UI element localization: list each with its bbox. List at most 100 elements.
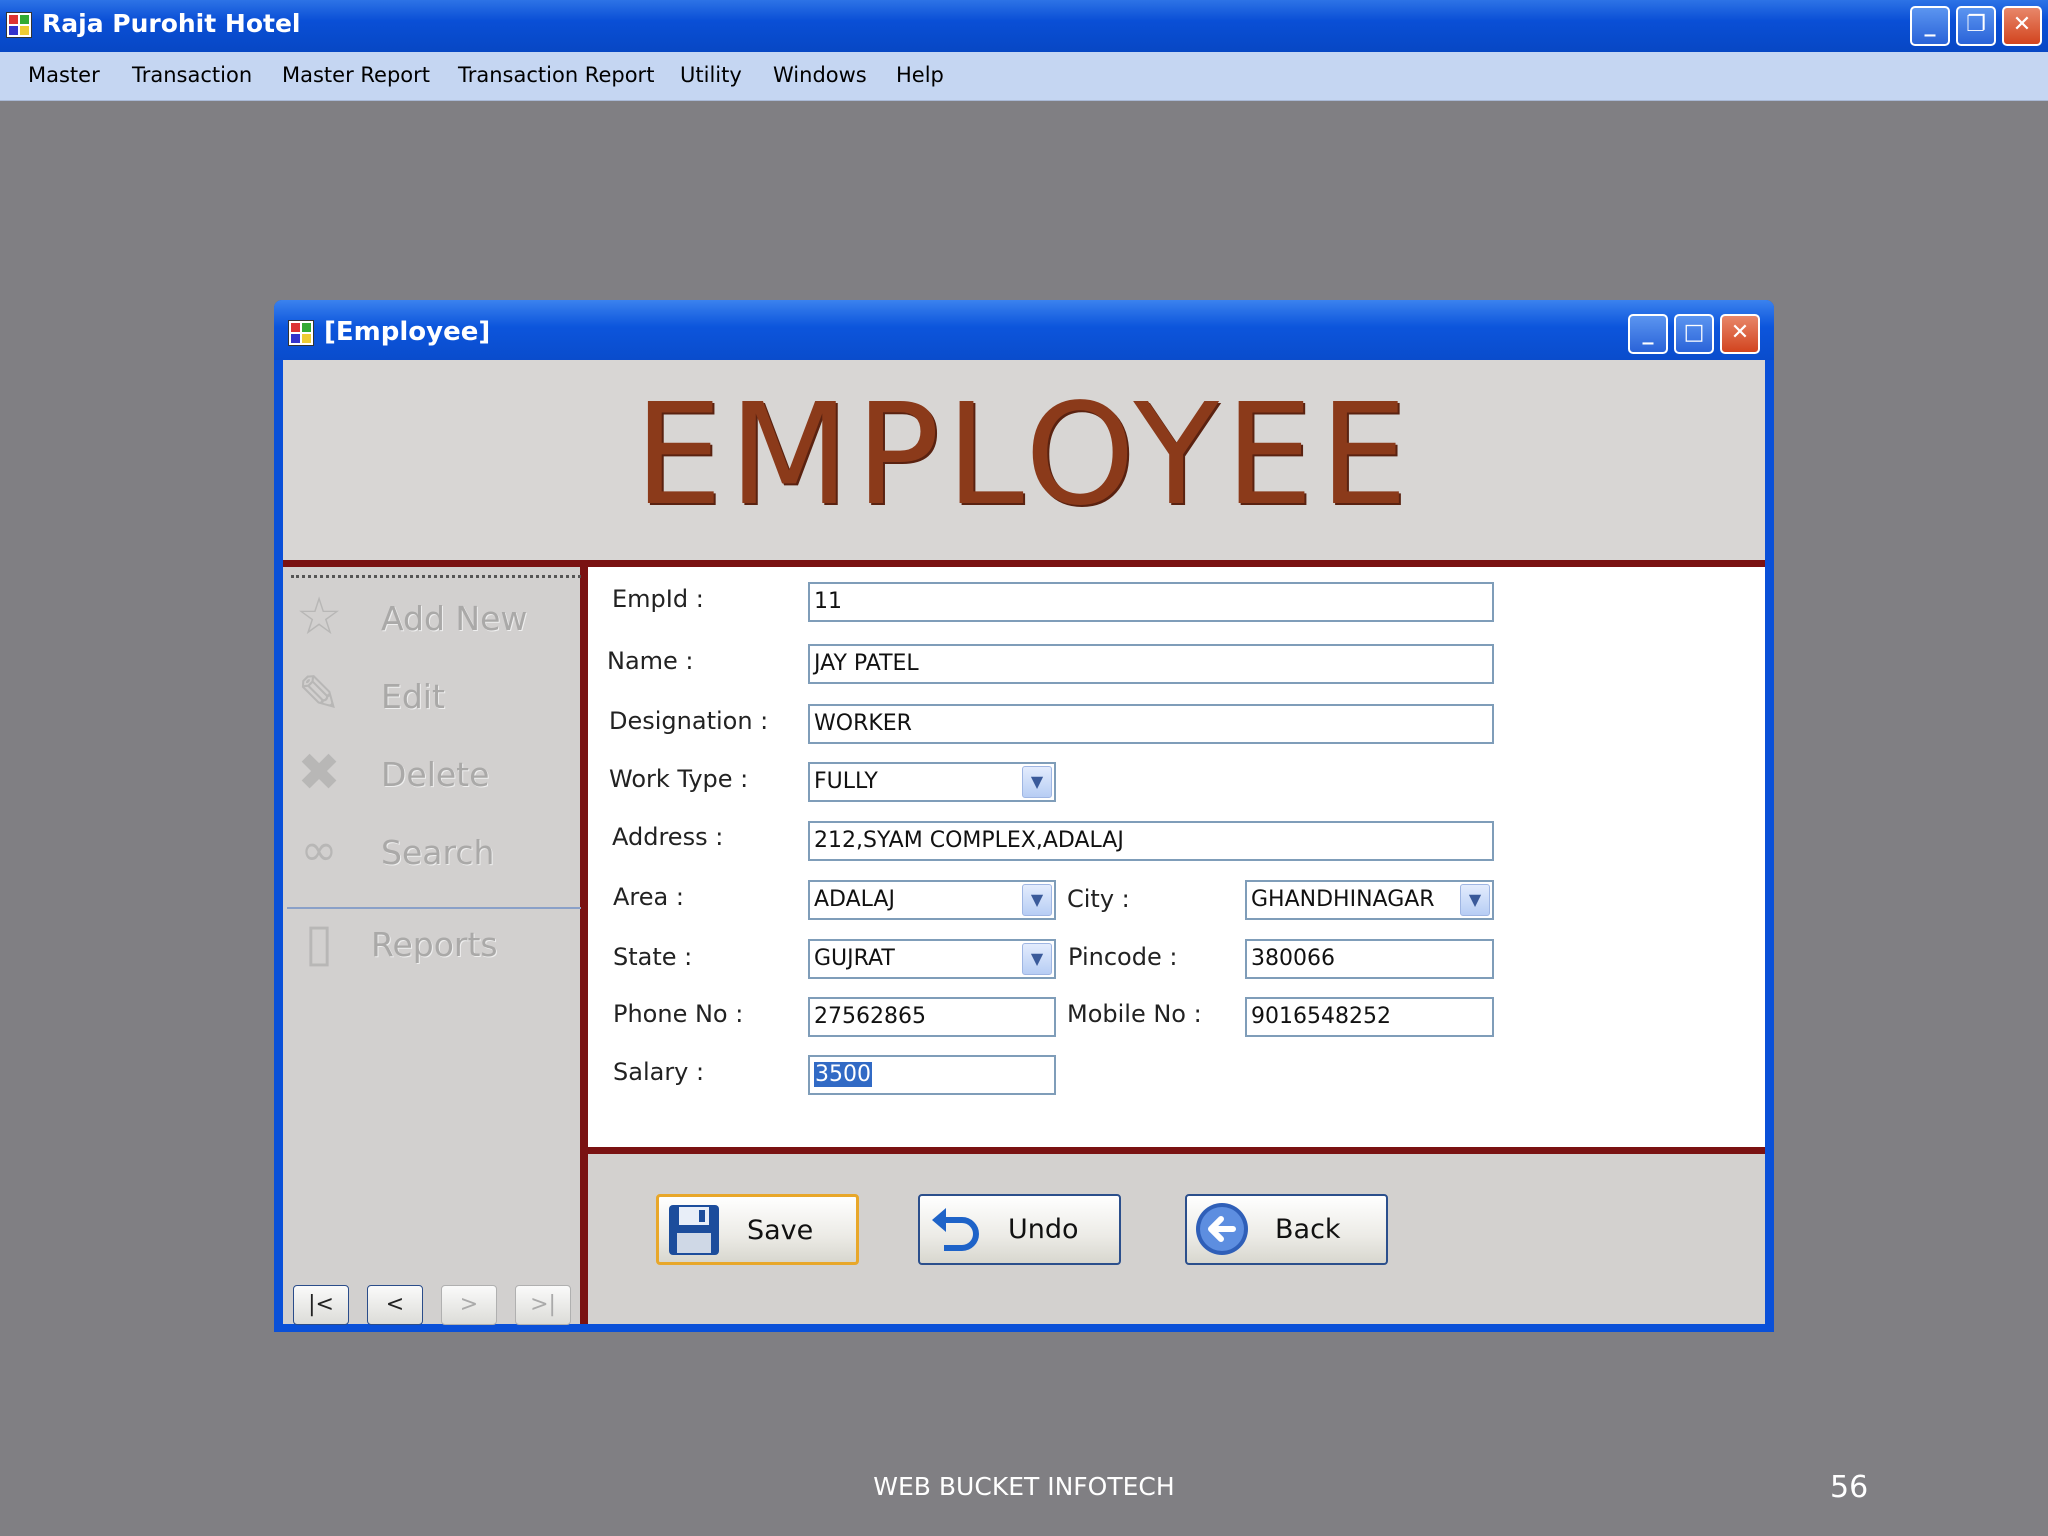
employee-window-titlebar: [Employee] _ □ ✕ <box>274 300 1774 360</box>
state-label: State : <box>613 943 693 971</box>
save-button[interactable]: Save <box>656 1194 859 1265</box>
divider <box>588 1147 1765 1154</box>
employee-window: [Employee] _ □ ✕ EMPLOYEE ☆ Add New ✎ Ed… <box>274 300 1774 1332</box>
sidebar-item-label: Edit <box>381 677 445 716</box>
sidebar-item-label: Search <box>381 833 495 872</box>
nav-next-button[interactable]: > <box>441 1285 497 1325</box>
window-minimize-button[interactable]: _ <box>1628 314 1668 354</box>
save-label: Save <box>747 1215 814 1246</box>
back-arrow-icon <box>1196 1203 1248 1255</box>
pincode-label: Pincode : <box>1068 943 1178 971</box>
city-value: GHANDHINAGAR <box>1251 887 1435 912</box>
undo-arrow-icon <box>932 1208 979 1251</box>
employee-form: EmpId : 11 Name : JAY PATEL Designation … <box>588 567 1765 1147</box>
salary-label: Salary : <box>613 1058 705 1086</box>
star-icon: ☆ <box>295 587 343 647</box>
mobile-label: Mobile No : <box>1067 1000 1202 1028</box>
salary-field[interactable]: 3500 <box>808 1055 1056 1095</box>
footer-company: WEB BUCKET INFOTECH <box>873 1472 1175 1501</box>
delete-x-icon: ✖ <box>297 743 341 803</box>
divider <box>283 560 1765 567</box>
page-number: 56 <box>1830 1470 1869 1505</box>
salary-selected-text: 3500 <box>814 1062 872 1087</box>
action-bar: Save Undo Back <box>588 1154 1765 1324</box>
empid-field[interactable]: 11 <box>808 582 1494 622</box>
city-select[interactable]: GHANDHINAGAR ▼ <box>1245 880 1494 920</box>
binoculars-icon: ∞ <box>300 825 338 876</box>
sidebar-item-edit[interactable]: ✎ Edit <box>289 665 579 725</box>
work-type-select[interactable]: FULLY ▼ <box>808 762 1056 802</box>
employee-window-client: EMPLOYEE ☆ Add New ✎ Edit ✖ Delete ∞ Sea… <box>283 360 1765 1325</box>
undo-label: Undo <box>1008 1214 1079 1245</box>
address-field[interactable]: 212,SYAM COMPLEX,ADALAJ <box>808 821 1494 861</box>
banner-title: EMPLOYEE <box>634 374 1414 537</box>
sidebar: ☆ Add New ✎ Edit ✖ Delete ∞ Search ▯ Rep… <box>283 567 588 1325</box>
banner: EMPLOYEE <box>283 360 1765 560</box>
work-type-label: Work Type : <box>609 765 749 793</box>
sidebar-item-add-new[interactable]: ☆ Add New <box>289 587 579 647</box>
window-maximize-button[interactable]: □ <box>1674 314 1714 354</box>
app-title: Raja Purohit Hotel <box>42 9 301 38</box>
reports-icon: ▯ <box>304 913 334 973</box>
menu-master[interactable]: Master <box>28 63 100 87</box>
menu-help[interactable]: Help <box>896 63 944 87</box>
chevron-down-icon[interactable]: ▼ <box>1022 766 1052 798</box>
state-select[interactable]: GUJRAT ▼ <box>808 939 1056 979</box>
floppy-disk-icon <box>669 1205 719 1255</box>
nav-last-button[interactable]: >| <box>515 1285 571 1325</box>
sidebar-item-delete[interactable]: ✖ Delete <box>289 743 579 803</box>
work-type-value: FULLY <box>814 769 878 794</box>
menu-windows[interactable]: Windows <box>773 63 867 87</box>
area-select[interactable]: ADALAJ ▼ <box>808 880 1056 920</box>
designation-label: Designation : <box>609 707 769 735</box>
chevron-down-icon[interactable]: ▼ <box>1460 884 1490 916</box>
sidebar-grip <box>291 575 581 578</box>
name-label: Name : <box>607 647 694 675</box>
name-field[interactable]: JAY PATEL <box>808 644 1494 684</box>
sidebar-item-label: Add New <box>381 599 528 638</box>
app-icon <box>6 12 32 38</box>
menu-utility[interactable]: Utility <box>680 63 742 87</box>
phone-field[interactable]: 27562865 <box>808 997 1056 1037</box>
close-icon: ✕ <box>2012 12 2032 37</box>
minimize-button[interactable]: _ <box>1910 6 1950 46</box>
menu-transaction[interactable]: Transaction <box>132 63 252 87</box>
sidebar-item-search[interactable]: ∞ Search <box>289 821 579 881</box>
area-label: Area : <box>613 883 684 911</box>
restore-icon: ❐ <box>1966 12 1986 37</box>
empid-label: EmpId : <box>612 585 704 613</box>
city-label: City : <box>1067 885 1130 913</box>
nav-first-button[interactable]: |< <box>293 1285 349 1325</box>
minimize-icon: _ <box>1642 320 1654 345</box>
sidebar-item-reports[interactable]: ▯ Reports <box>289 913 579 973</box>
edit-icon: ✎ <box>297 665 341 725</box>
window-close-button[interactable]: ✕ <box>1720 314 1760 354</box>
phone-label: Phone No : <box>613 1000 744 1028</box>
menu-bar: Master Transaction Master Report Transac… <box>0 52 2048 101</box>
window-icon <box>288 320 314 346</box>
state-value: GUJRAT <box>814 946 895 971</box>
chevron-down-icon[interactable]: ▼ <box>1022 884 1052 916</box>
sidebar-separator <box>287 907 581 909</box>
close-icon: ✕ <box>1730 320 1750 345</box>
address-label: Address : <box>612 823 724 851</box>
mobile-field[interactable]: 9016548252 <box>1245 997 1494 1037</box>
area-value: ADALAJ <box>814 887 895 912</box>
minimize-icon: _ <box>1924 12 1936 37</box>
sidebar-item-label: Reports <box>371 925 498 964</box>
undo-button[interactable]: Undo <box>918 1194 1121 1265</box>
menu-transaction-report[interactable]: Transaction Report <box>458 63 654 87</box>
pincode-field[interactable]: 380066 <box>1245 939 1494 979</box>
maximize-icon: □ <box>1683 320 1705 345</box>
back-label: Back <box>1275 1214 1341 1245</box>
chevron-down-icon[interactable]: ▼ <box>1022 943 1052 975</box>
nav-previous-button[interactable]: < <box>367 1285 423 1325</box>
designation-field[interactable]: WORKER <box>808 704 1494 744</box>
sidebar-item-label: Delete <box>381 755 490 794</box>
back-button[interactable]: Back <box>1185 1194 1388 1265</box>
menu-master-report[interactable]: Master Report <box>282 63 430 87</box>
window-title: [Employee] <box>324 317 491 347</box>
close-button[interactable]: ✕ <box>2002 6 2042 46</box>
app-titlebar: Raja Purohit Hotel _ ❐ ✕ <box>0 0 2048 52</box>
restore-button[interactable]: ❐ <box>1956 6 1996 46</box>
